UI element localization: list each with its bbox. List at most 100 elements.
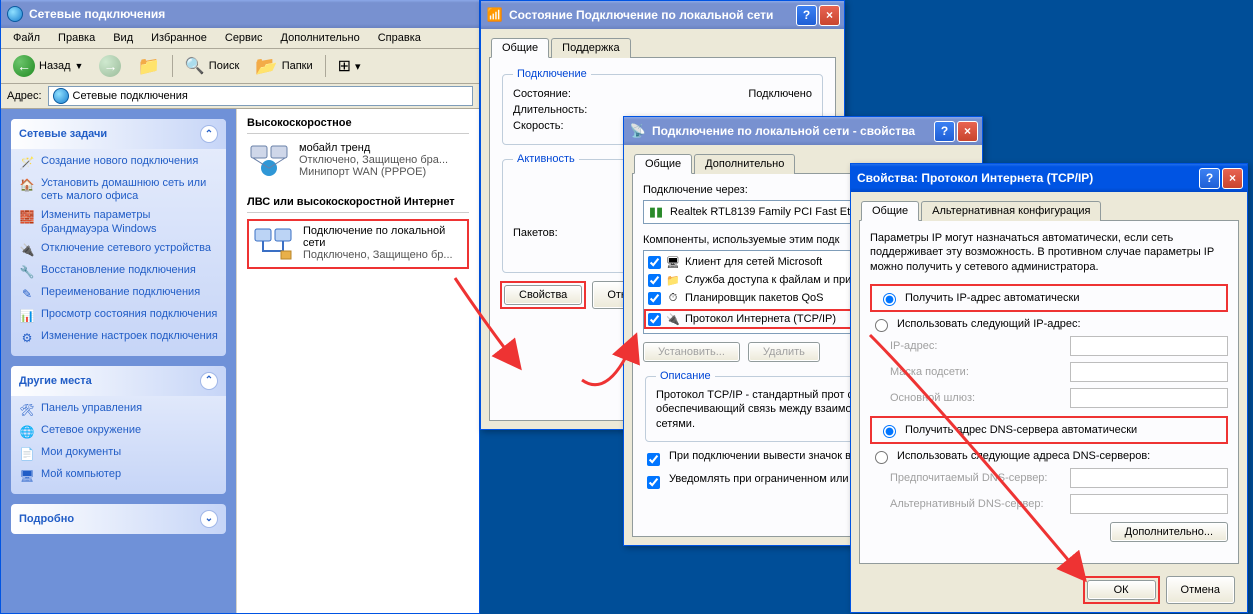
views-button[interactable]: ⊞▾	[332, 53, 367, 79]
gateway-field[interactable]	[1070, 388, 1228, 408]
task-view-status[interactable]: 📊Просмотр состояния подключения	[19, 308, 218, 324]
ip-auto-radio[interactable]	[883, 293, 896, 306]
ok-button[interactable]: ОК	[1087, 580, 1156, 600]
cancel-button[interactable]: Отмена	[1166, 576, 1235, 604]
dns-manual-radio[interactable]	[875, 451, 888, 464]
address-bar: Адрес: Сетевые подключения	[1, 84, 479, 109]
globe-icon	[53, 88, 69, 104]
dns-auto-radio[interactable]	[883, 425, 896, 438]
disable-icon: 🔌	[19, 242, 35, 258]
task-setup-home-network[interactable]: 🏠Установить домашнюю сеть или сеть малог…	[19, 177, 218, 203]
state-value: Подключено	[748, 88, 812, 100]
ip-auto-radio-row[interactable]: Получить IP-адрес автоматически	[870, 284, 1228, 312]
task-disable-device[interactable]: 🔌Отключение сетевого устройства	[19, 242, 218, 258]
place-network-places[interactable]: 🌐Сетевое окружение	[19, 424, 218, 440]
close-button[interactable]: ×	[1222, 168, 1243, 189]
place-my-computer[interactable]: 🖥Мой компьютер	[19, 468, 218, 484]
ip-address-label: IP-адрес:	[890, 340, 1070, 352]
forward-button[interactable]: →	[93, 52, 127, 80]
tcpip-properties-dialog: Свойства: Протокол Интернета (TCP/IP) ? …	[850, 163, 1248, 613]
dns-manual-radio-row[interactable]: Использовать следующие адреса DNS-сервер…	[870, 448, 1228, 464]
menubar: Файл Правка Вид Избранное Сервис Дополни…	[1, 28, 479, 49]
nic-name: Realtek RTL8139 Family PCI Fast Et	[670, 206, 850, 218]
chevron-down-icon[interactable]: ⌄	[200, 510, 218, 528]
address-value: Сетевые подключения	[73, 90, 188, 102]
help-button[interactable]: ?	[1199, 168, 1220, 189]
tab-general[interactable]: Общие	[491, 38, 549, 58]
menu-file[interactable]: Файл	[5, 30, 48, 46]
task-firewall-settings[interactable]: 🧱Изменить параметры брандмауэра Windows	[19, 209, 218, 235]
search-button[interactable]: 🔍Поиск	[179, 53, 245, 79]
ip-manual-radio[interactable]	[875, 319, 888, 332]
titlebar[interactable]: Свойства: Протокол Интернета (TCP/IP) ? …	[851, 164, 1247, 192]
ip-address-field[interactable]	[1070, 336, 1228, 356]
connection-item-broadband[interactable]: мобайл тренд Отключено, Защищено бра... …	[247, 140, 469, 182]
properties-button[interactable]: Свойства	[504, 285, 582, 305]
menu-favorites[interactable]: Избранное	[143, 30, 215, 46]
toolbar: ←Назад ▼ → 📁 🔍Поиск 📂Папки ⊞▾	[1, 49, 479, 84]
menu-tools[interactable]: Сервис	[217, 30, 271, 46]
folders-icon: 📂	[255, 56, 277, 77]
tab-general[interactable]: Общие	[861, 201, 919, 221]
broadband-icon	[249, 142, 291, 180]
folder-up-icon: 📁	[137, 56, 159, 77]
views-icon: ⊞	[338, 56, 351, 76]
details-header[interactable]: Подробно ⌄	[11, 504, 226, 534]
titlebar[interactable]: Сетевые подключения	[1, 0, 479, 28]
help-button[interactable]: ?	[934, 121, 955, 142]
up-button[interactable]: 📁	[131, 53, 165, 80]
speed-label: Скорость:	[513, 120, 564, 132]
dns-alternate-field[interactable]	[1070, 494, 1228, 514]
place-my-documents[interactable]: 📄Мои документы	[19, 446, 218, 462]
task-rename-connection[interactable]: ✎Переименование подключения	[19, 286, 218, 302]
address-field[interactable]: Сетевые подключения	[48, 86, 473, 106]
help-button[interactable]: ?	[796, 5, 817, 26]
install-button[interactable]: Установить...	[643, 342, 740, 362]
lan-props-title-icon: 📡	[630, 123, 646, 139]
titlebar[interactable]: 📶 Состояние Подключение по локальной сет…	[481, 1, 844, 29]
task-repair-connection[interactable]: 🔧Восстановление подключения	[19, 264, 218, 280]
ip-manual-radio-row[interactable]: Использовать следующий IP-адрес:	[870, 316, 1228, 332]
other-places-panel: Другие места ⌃ 🛠Панель управления 🌐Сетев…	[11, 366, 226, 494]
info-text: Параметры IP могут назначаться автоматич…	[870, 231, 1228, 274]
documents-icon: 📄	[19, 446, 35, 462]
remove-button[interactable]: Удалить	[748, 342, 820, 362]
close-button[interactable]: ×	[957, 121, 978, 142]
menu-edit[interactable]: Правка	[50, 30, 103, 46]
task-create-connection[interactable]: 🪄Создание нового подключения	[19, 155, 218, 171]
chevron-up-icon[interactable]: ⌃	[200, 125, 218, 143]
state-label: Состояние:	[513, 88, 571, 100]
subnet-mask-label: Маска подсети:	[890, 366, 1070, 378]
search-icon: 🔍	[185, 56, 205, 76]
tab-general[interactable]: Общие	[634, 154, 692, 174]
places-header[interactable]: Другие места ⌃	[11, 366, 226, 396]
share-icon: 📁	[665, 272, 681, 288]
dns-auto-radio-row[interactable]: Получить адрес DNS-сервера автоматически	[870, 416, 1228, 444]
conn-status: Подключено, Защищено бр...	[303, 249, 463, 261]
chevron-up-icon[interactable]: ⌃	[200, 372, 218, 390]
place-control-panel[interactable]: 🛠Панель управления	[19, 402, 218, 418]
folders-button[interactable]: 📂Папки	[249, 53, 318, 80]
duration-label: Длительность:	[513, 104, 587, 116]
connection-item-lan[interactable]: Подключение по локальной сети Подключено…	[247, 219, 469, 269]
close-button[interactable]: ×	[819, 5, 840, 26]
qos-icon: ⏱	[665, 290, 681, 306]
menu-advanced[interactable]: Дополнительно	[273, 30, 368, 46]
tasks-header[interactable]: Сетевые задачи ⌃	[11, 119, 226, 149]
menu-view[interactable]: Вид	[105, 30, 141, 46]
titlebar[interactable]: 📡 Подключение по локальной сети - свойст…	[624, 117, 982, 145]
tab-support[interactable]: Поддержка	[551, 38, 630, 58]
back-button[interactable]: ←Назад ▼	[7, 52, 89, 80]
address-label: Адрес:	[7, 90, 42, 102]
protocol-icon: 🔌	[665, 311, 681, 327]
dns-preferred-field[interactable]	[1070, 468, 1228, 488]
task-change-settings[interactable]: ⚙Изменение настроек подключения	[19, 330, 218, 346]
tab-alternate[interactable]: Альтернативная конфигурация	[921, 201, 1101, 221]
menu-help[interactable]: Справка	[370, 30, 429, 46]
conn-status: Отключено, Защищено бра...	[299, 154, 448, 166]
tab-advanced[interactable]: Дополнительно	[694, 154, 795, 174]
repair-icon: 🔧	[19, 264, 35, 280]
subnet-mask-field[interactable]	[1070, 362, 1228, 382]
advanced-button[interactable]: Дополнительно...	[1110, 522, 1228, 542]
ip-fields: IP-адрес: Маска подсети: Основной шлюз:	[890, 336, 1228, 408]
